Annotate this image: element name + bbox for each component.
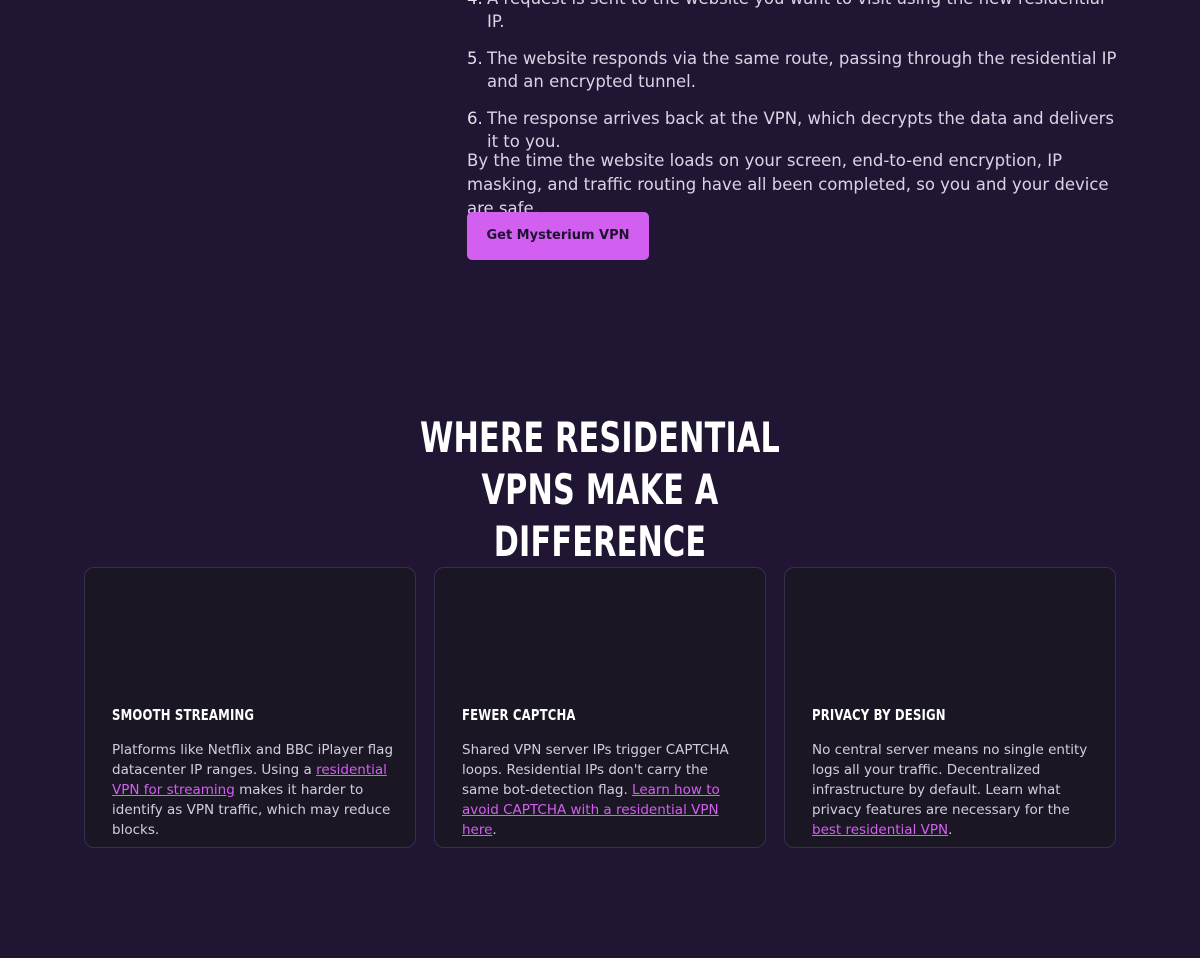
card-body: No central server means no single entity… (812, 740, 1094, 840)
step-number: 4. (467, 0, 487, 10)
card-privacy-by-design: PRIVACY BY DESIGN No central server mean… (784, 567, 1116, 848)
card-title: SMOOTH STREAMING (112, 706, 255, 724)
step-text: The website responds via the same route,… (487, 49, 1117, 91)
step-text: A request is sent to the website you wan… (487, 0, 1105, 31)
summary-paragraph: By the time the website loads on your sc… (467, 151, 1109, 218)
step-number: 5. (467, 49, 483, 68)
card-body: Shared VPN server IPs trigger CAPTCHA lo… (462, 740, 744, 840)
step-item: 5. The website responds via the same rou… (467, 47, 1117, 93)
step-item: 6. The response arrives back at the VPN,… (467, 107, 1117, 153)
step-number: 6. (467, 109, 483, 128)
card-title: PRIVACY BY DESIGN (812, 706, 946, 724)
card-body-text: No central server means no single entity… (812, 742, 1088, 818)
section-title: WHERE RESIDENTIAL VPNS MAKE A DIFFERENCE (419, 413, 781, 566)
card-fewer-captcha: FEWER CAPTCHA Shared VPN server IPs trig… (434, 567, 766, 848)
how-it-works-steps: 4. A request is sent to the website you … (467, 0, 1117, 167)
card-body-text: . (948, 822, 953, 838)
best-residential-vpn-link[interactable]: best residential VPN (812, 822, 948, 838)
card-body: Platforms like Netflix and BBC iPlayer f… (112, 740, 394, 840)
card-title: FEWER CAPTCHA (462, 706, 576, 724)
step-text: The response arrives back at the VPN, wh… (487, 109, 1114, 151)
card-body-text: . (492, 822, 497, 838)
card-smooth-streaming: SMOOTH STREAMING Platforms like Netflix … (84, 567, 416, 848)
get-mysterium-vpn-button[interactable]: Get Mysterium VPN (467, 212, 649, 260)
step-item: 4. A request is sent to the website you … (467, 0, 1117, 33)
